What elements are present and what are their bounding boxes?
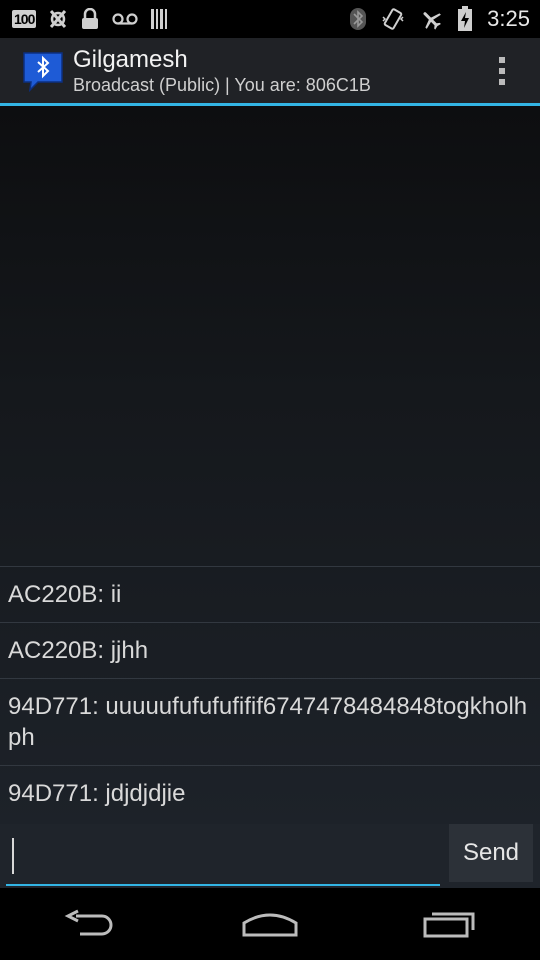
battery-charging-icon — [457, 6, 473, 31]
message-item[interactable]: 94D771: uuuuufufufufifif6747478484848tog… — [0, 678, 540, 765]
barcode-icon — [150, 7, 168, 31]
voicemail-icon — [112, 7, 138, 31]
message-area[interactable]: AC220B: ii AC220B: jjhh 94D771: uuuuufuf… — [0, 106, 540, 824]
action-bar: Gilgamesh Broadcast (Public) | You are: … — [0, 38, 540, 106]
message-text: 94D771: jdjdjdjie — [8, 780, 186, 807]
home-icon[interactable] — [225, 894, 315, 954]
send-button[interactable]: Send — [449, 824, 533, 882]
battery-100-icon: 100 — [12, 7, 37, 31]
navigation-bar — [0, 888, 540, 960]
message-input[interactable] — [6, 824, 440, 886]
clock: 3:25 — [487, 6, 530, 31]
usb-debug-icon — [48, 7, 68, 31]
lock-icon — [80, 7, 100, 31]
status-bar: 100 3:25 — [0, 0, 540, 38]
message-item[interactable]: AC220B: jjhh — [0, 622, 540, 678]
message-item[interactable]: AC220B: ii — [0, 566, 540, 622]
airplane-icon — [419, 7, 443, 31]
message-text: 94D771: uuuuufufufufifif6747478484848tog… — [8, 693, 528, 751]
app-subtitle: Broadcast (Public) | You are: 806C1B — [73, 74, 371, 95]
app-title: Gilgamesh — [73, 45, 188, 73]
message-list: AC220B: ii AC220B: jjhh 94D771: uuuuufuf… — [0, 566, 540, 824]
battery-badge-text: 100 — [12, 10, 37, 28]
vibrate-icon — [381, 7, 405, 31]
message-item[interactable]: 94D771: jdjdjdjie — [0, 765, 540, 824]
message-text: AC220B: jjhh — [8, 637, 149, 664]
recents-icon[interactable] — [405, 894, 495, 954]
app-logo-icon[interactable] — [22, 50, 64, 92]
composer: Send — [0, 824, 540, 888]
back-icon[interactable] — [45, 894, 135, 954]
text-caret — [12, 838, 14, 874]
bluetooth-icon — [349, 7, 367, 31]
overflow-menu-icon[interactable] — [490, 51, 514, 91]
message-text: AC220B: ii — [8, 581, 122, 608]
